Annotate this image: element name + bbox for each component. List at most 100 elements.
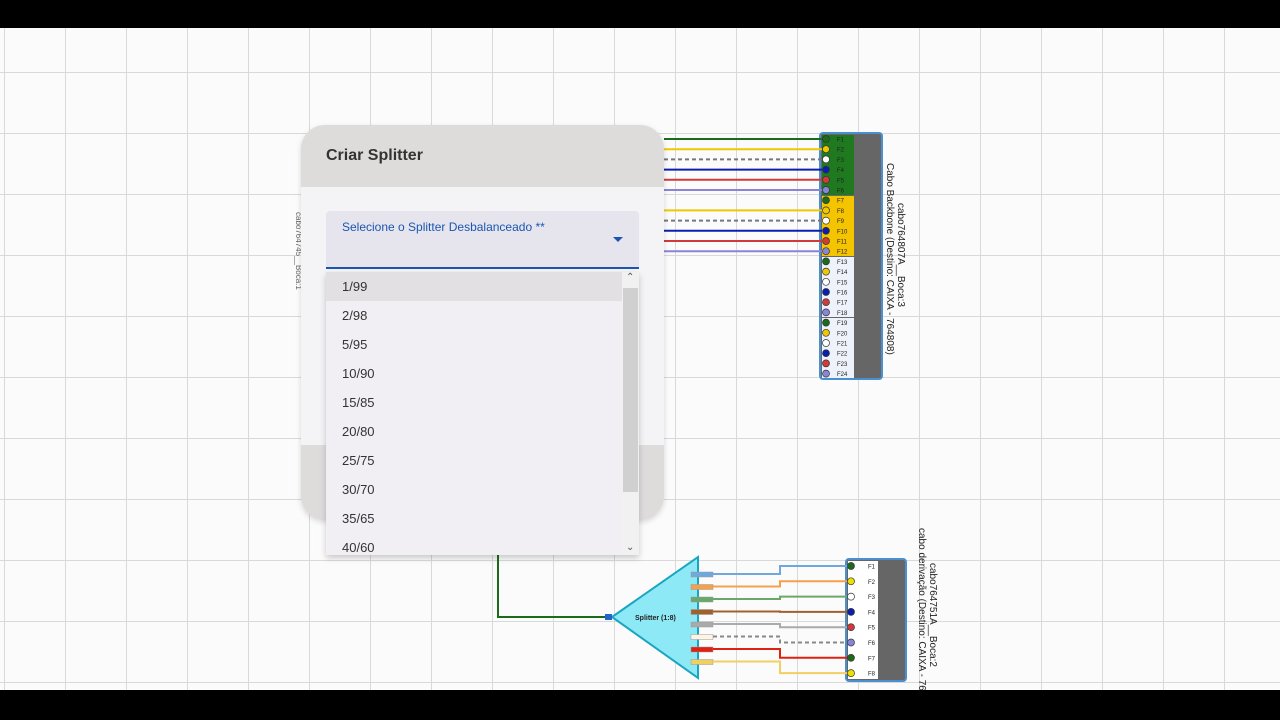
fiber-group xyxy=(822,257,854,317)
fiber-port-icon xyxy=(847,608,855,616)
option-item[interactable]: 20/80 xyxy=(326,417,622,446)
fiber-label: F1 xyxy=(868,565,876,571)
splitter-output-port xyxy=(690,584,714,590)
fiber-port-icon xyxy=(847,562,855,570)
fiber-label: F22 xyxy=(837,352,848,358)
fiber-port-icon xyxy=(822,226,830,235)
derivation-wire xyxy=(713,580,850,588)
fiber-port-icon xyxy=(822,318,830,327)
fiber-port-icon xyxy=(847,638,855,647)
fiber-label: F20 xyxy=(837,331,848,337)
scrollbar-thumb[interactable] xyxy=(623,288,638,492)
fiber-label: F19 xyxy=(837,321,848,327)
fiber-port-icon xyxy=(822,369,830,378)
splitter-options-list[interactable]: 1/99 2/98 5/95 10/90 15/85 20/80 25/75 30/70 35/… xyxy=(326,272,639,555)
splitter-input-port xyxy=(605,614,612,620)
derivation-wire xyxy=(713,648,850,659)
splitter-output-port xyxy=(690,596,714,603)
fiber-port-icon xyxy=(847,669,855,677)
backbone-cable-label: cabo764807A__Boca:3 Cabo Backbone (Destin… xyxy=(884,163,906,355)
fiber-label: F8 xyxy=(837,209,845,215)
fiber-port-icon xyxy=(847,653,855,662)
fiber-label: F8 xyxy=(868,672,876,678)
derivation-wire xyxy=(713,623,850,629)
splitter-output-port xyxy=(690,609,714,615)
scroll-up-icon[interactable]: ⌃ xyxy=(626,272,634,283)
fiber-label: F13 xyxy=(837,260,848,266)
fiber-port-icon xyxy=(822,277,830,286)
option-item[interactable]: 25/75 xyxy=(326,446,622,475)
option-item[interactable]: 1/99 xyxy=(326,272,622,301)
derivation-wire xyxy=(713,660,850,675)
fiber-port-icon xyxy=(847,592,855,601)
fiber-label: F3 xyxy=(837,158,845,164)
fiber-label: F2 xyxy=(837,148,845,154)
option-item[interactable]: 5/95 xyxy=(326,330,622,359)
option-item[interactable]: 2/98 xyxy=(326,301,622,330)
fiber-label: F7 xyxy=(837,199,845,205)
fiber-label: F11 xyxy=(837,240,848,246)
option-item[interactable]: 15/85 xyxy=(326,388,622,417)
fiber-port-icon xyxy=(822,328,830,337)
fiber-label: F1 xyxy=(837,138,845,144)
fiber-port-icon xyxy=(822,237,830,245)
dialog-title: Criar Splitter xyxy=(301,125,664,187)
fiber-port-icon xyxy=(822,349,830,358)
splitter-output-port xyxy=(690,634,714,640)
fiber-port-icon xyxy=(822,247,830,256)
fiber-port-icon xyxy=(822,206,830,215)
derivation-wire xyxy=(713,635,850,644)
fiber-label: F24 xyxy=(837,372,848,378)
splitter-input-wire xyxy=(497,555,610,618)
fiber-label: F23 xyxy=(837,362,848,368)
fiber-port-icon xyxy=(822,288,830,296)
splitter-label: Splitter (1:8) xyxy=(635,615,676,622)
option-item[interactable]: 40/60 xyxy=(326,533,622,555)
fiber-port-icon xyxy=(822,267,830,276)
fiber-label: F10 xyxy=(837,229,848,235)
fiber-label: F4 xyxy=(868,610,876,616)
splitter-output-port xyxy=(690,646,714,653)
fiber-label: F16 xyxy=(837,291,848,297)
fiber-label: F15 xyxy=(837,280,848,286)
splitter-select[interactable]: Selecione o Splitter Desbalanceado ** xyxy=(326,211,639,269)
dropdown-arrow-icon[interactable] xyxy=(613,237,623,242)
derivation-wire xyxy=(713,595,850,600)
fiber-label: F18 xyxy=(837,311,848,317)
splitter-output-port xyxy=(690,659,714,665)
derivation-cable-label: cabo764751A__Boca:2 cabo derivação (Desti… xyxy=(916,528,938,691)
fiber-port-icon xyxy=(847,577,855,586)
scrollbar[interactable]: ⌃ ⌄ xyxy=(622,272,639,555)
fiber-port-icon xyxy=(822,135,830,143)
fiber-label: F14 xyxy=(837,270,848,276)
option-item[interactable]: 30/70 xyxy=(326,475,622,504)
fiber-port-icon xyxy=(822,339,830,347)
fiber-port-icon xyxy=(822,216,830,225)
splitter-output-port xyxy=(690,571,714,578)
fiber-label: F3 xyxy=(868,595,876,601)
fiber-port-icon xyxy=(822,298,830,307)
option-item[interactable]: 10/90 xyxy=(326,359,622,388)
fiber-label: F12 xyxy=(837,250,848,256)
fiber-port-icon xyxy=(822,359,830,368)
splitter-output-port xyxy=(690,621,714,628)
fiber-label: F9 xyxy=(837,219,845,225)
option-item[interactable]: 35/65 xyxy=(326,504,622,533)
fiber-port-icon xyxy=(822,308,830,317)
fiber-label: F5 xyxy=(837,178,845,184)
derivation-wire xyxy=(713,565,850,575)
scroll-down-icon[interactable]: ⌄ xyxy=(626,542,634,553)
fiber-label: F6 xyxy=(868,641,876,647)
select-label: Selecione o Splitter Desbalanceado ** xyxy=(342,220,545,234)
fiber-label: F2 xyxy=(868,580,876,586)
fiber-label: F21 xyxy=(837,342,848,348)
fiber-port-icon xyxy=(822,145,830,154)
fiber-label: F17 xyxy=(837,301,848,307)
fiber-port-icon xyxy=(822,196,830,205)
fiber-port-icon xyxy=(822,165,830,174)
fiber-port-icon xyxy=(822,257,830,266)
fiber-port-icon xyxy=(822,186,830,194)
fiber-port-icon xyxy=(847,623,855,632)
fiber-label: F7 xyxy=(868,656,876,662)
fiber-group xyxy=(822,196,854,256)
